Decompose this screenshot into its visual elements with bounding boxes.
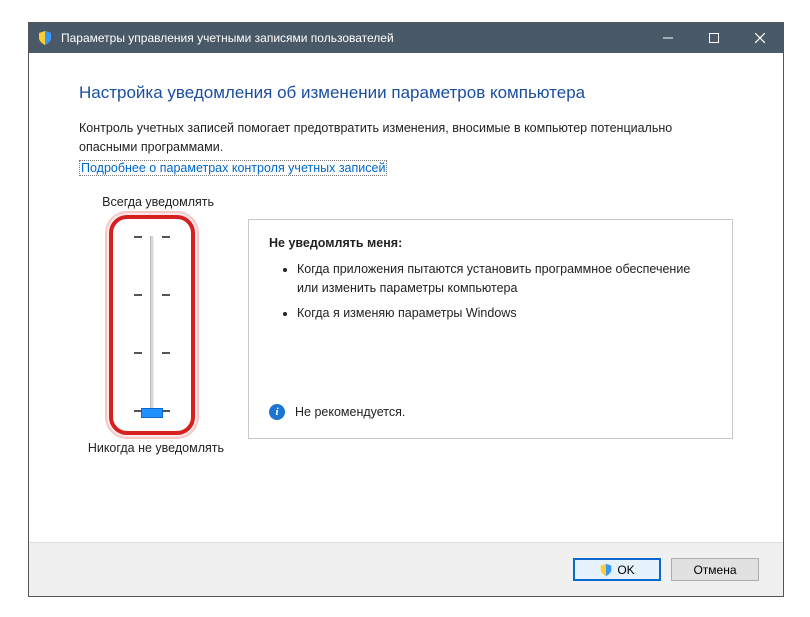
slider-tick (162, 352, 170, 354)
info-list: Когда приложения пытаются установить про… (269, 260, 712, 330)
maximize-button[interactable] (691, 23, 737, 53)
shield-icon (599, 563, 613, 577)
shield-icon (37, 30, 53, 46)
slider-tick (162, 236, 170, 238)
learn-more-link[interactable]: Подробнее о параметрах контроля учетных … (79, 160, 387, 176)
info-title: Не уведомлять меня: (269, 236, 712, 250)
titlebar-title: Параметры управления учетными записями п… (61, 31, 645, 45)
minimize-button[interactable] (645, 23, 691, 53)
slider-rail (150, 236, 154, 414)
info-warning-text: Не рекомендуется. (295, 405, 405, 419)
cancel-button[interactable]: Отмена (671, 558, 759, 581)
close-button[interactable] (737, 23, 783, 53)
info-footer: i Не рекомендуется. (269, 404, 712, 424)
ok-button-label: OK (617, 563, 634, 577)
info-panel: Не уведомлять меня: Когда приложения пыт… (248, 219, 733, 439)
slider-highlight-frame (109, 215, 195, 435)
slider-tick (162, 294, 170, 296)
slider-tick (134, 352, 142, 354)
uac-slider[interactable] (127, 230, 177, 420)
slider-thumb[interactable] (141, 408, 163, 418)
info-list-item: Когда я изменяю параметры Windows (297, 304, 712, 323)
info-icon: i (269, 404, 285, 420)
slider-section: Всегда уведомлять Нико (79, 195, 733, 455)
cancel-button-label: Отмена (693, 563, 736, 577)
titlebar-controls (645, 23, 783, 53)
uac-settings-dialog: Параметры управления учетными записями п… (28, 22, 784, 597)
dialog-footer: OK Отмена (29, 542, 783, 596)
content-area: Настройка уведомления об изменении парам… (29, 53, 783, 542)
page-description: Контроль учетных записей помогает предот… (79, 119, 733, 157)
slider-tick (162, 410, 170, 412)
slider-label-never: Никогда не уведомлять (88, 441, 224, 455)
ok-button[interactable]: OK (573, 558, 661, 581)
titlebar[interactable]: Параметры управления учетными записями п… (29, 23, 783, 53)
slider-tick (134, 236, 142, 238)
slider-tick (134, 294, 142, 296)
slider-column: Всегда уведомлять Нико (79, 195, 224, 455)
page-heading: Настройка уведомления об изменении парам… (79, 83, 733, 103)
slider-label-always: Всегда уведомлять (102, 195, 224, 209)
info-list-item: Когда приложения пытаются установить про… (297, 260, 712, 299)
